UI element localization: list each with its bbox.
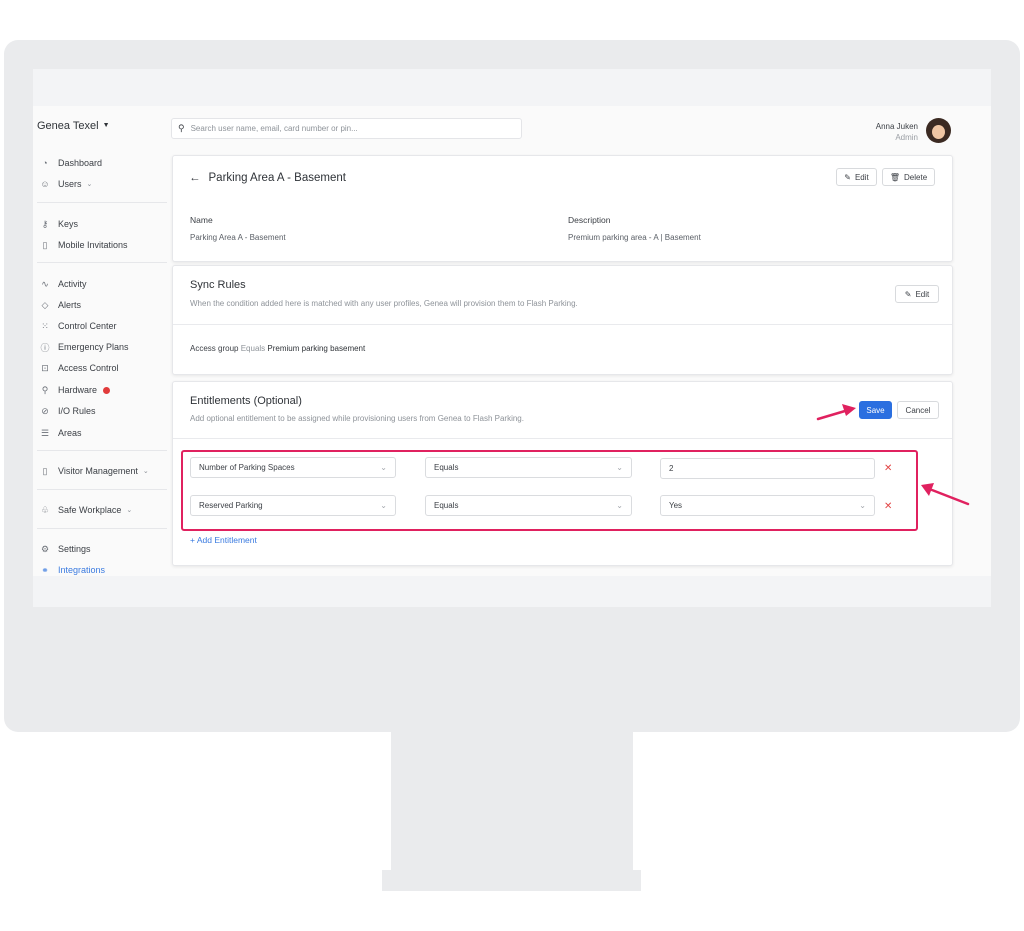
annotation-arrows <box>816 404 970 506</box>
arrow-to-box-icon <box>921 483 970 506</box>
arrow-to-save-icon <box>816 404 856 421</box>
